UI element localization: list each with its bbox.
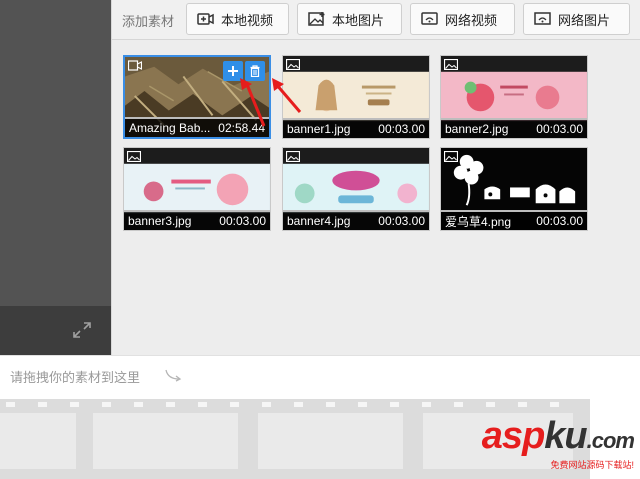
timeline[interactable]: 请拖拽你的素材到这里 aspku.com 免费网站源码下载站!	[0, 355, 640, 479]
watermark-brand-c: .com	[586, 428, 635, 453]
add-media-toolbar: 添加素材 本地视频 本地图片 网络视频 网络图片	[112, 0, 640, 40]
web-image-button[interactable]: 网络图片	[523, 3, 630, 35]
annotation-arrows	[240, 78, 302, 127]
image-type-icon	[444, 59, 458, 70]
media-caption: 爱乌草4.png 00:03.00	[441, 212, 587, 230]
app-window: 添加素材 本地视频 本地图片 网络视频 网络图片 Amazing Bab... …	[0, 0, 640, 479]
media-duration: 00:03.00	[378, 122, 425, 136]
media-caption: banner4.jpg 00:03.00	[283, 212, 429, 230]
timeline-slot[interactable]	[258, 413, 403, 469]
video-add-icon	[197, 13, 214, 25]
watermark-brand-b: ku	[544, 415, 587, 457]
video-preview	[0, 0, 111, 306]
image-type-icon	[444, 151, 458, 162]
media-duration: 00:03.00	[378, 214, 425, 228]
media-item-banner2[interactable]: banner2.jpg 00:03.00	[440, 55, 588, 139]
fullscreen-icon[interactable]	[72, 321, 92, 339]
local-image-label: 本地图片	[332, 12, 385, 28]
web-video-button[interactable]: 网络视频	[410, 3, 515, 35]
media-name: banner3.jpg	[128, 214, 192, 228]
curved-arrow-icon	[165, 369, 182, 382]
web-video-icon	[421, 12, 438, 25]
media-name: banner4.jpg	[287, 214, 351, 228]
media-caption: banner3.jpg 00:03.00	[124, 212, 270, 230]
add-media-label: 添加素材	[122, 14, 175, 29]
timeline-slot[interactable]	[0, 413, 76, 469]
media-library: 添加素材 本地视频 本地图片 网络视频 网络图片 Amazing Bab... …	[111, 0, 640, 355]
media-caption: banner2.jpg 00:03.00	[441, 120, 587, 138]
web-image-icon	[534, 12, 551, 25]
watermark-logo: aspku.com 免费网站源码下载站!	[481, 415, 635, 471]
video-type-icon	[128, 60, 142, 71]
image-add-icon	[308, 12, 325, 26]
drop-hint: 请拖拽你的素材到这里	[10, 370, 141, 385]
media-name: 爱乌草4.png	[445, 214, 512, 229]
media-name: banner2.jpg	[445, 122, 509, 136]
local-video-label: 本地视频	[221, 12, 274, 28]
timeline-slot[interactable]	[93, 413, 238, 469]
media-item-banner3[interactable]: banner3.jpg 00:03.00	[123, 147, 271, 231]
preview-controls	[0, 306, 111, 355]
watermark-brand-a: asp	[481, 415, 545, 457]
local-image-button[interactable]: 本地图片	[297, 3, 402, 35]
web-video-label: 网络视频	[445, 12, 498, 28]
media-item-png[interactable]: 爱乌草4.png 00:03.00	[440, 147, 588, 231]
image-type-icon	[127, 151, 141, 162]
media-duration: 00:03.00	[536, 214, 583, 228]
local-video-button[interactable]: 本地视频	[186, 3, 289, 35]
media-duration: 00:03.00	[536, 122, 583, 136]
media-name: Amazing Bab...	[129, 121, 211, 135]
media-item-banner4[interactable]: banner4.jpg 00:03.00	[282, 147, 430, 231]
image-type-icon	[286, 151, 300, 162]
web-image-label: 网络图片	[558, 12, 611, 28]
media-duration: 00:03.00	[219, 214, 266, 228]
